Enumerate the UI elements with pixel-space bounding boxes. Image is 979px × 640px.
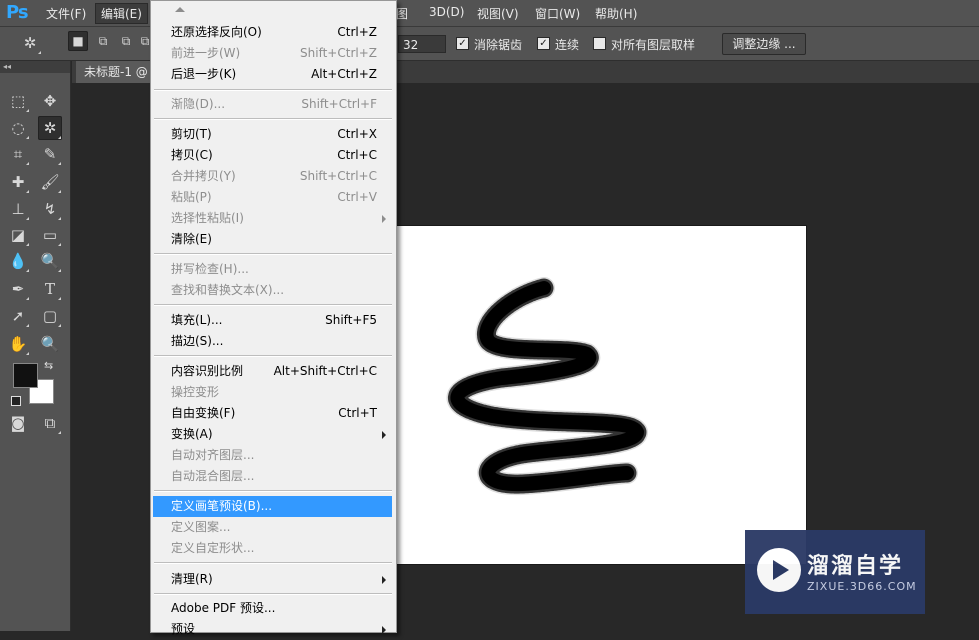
add-to-selection-icon[interactable]: ⧉ xyxy=(93,31,113,51)
hand-tool-icon[interactable]: ✋ xyxy=(6,332,30,356)
menu-edit[interactable]: 编辑(E) xyxy=(95,3,148,24)
menu-separator xyxy=(154,118,392,120)
menu-item-purge[interactable]: 清理(R) xyxy=(153,569,392,590)
menu-item-undo-inverse[interactable]: 还原选择反向(O) Ctrl+Z xyxy=(153,22,392,43)
contiguous-label: 连续 xyxy=(555,38,580,52)
play-triangle-icon xyxy=(773,560,789,580)
clone-stamp-tool-icon[interactable]: ⊥ xyxy=(6,197,30,221)
menu-scroll-up-icon[interactable] xyxy=(175,7,185,12)
magic-wand-preset-icon[interactable]: ✲ xyxy=(18,31,42,55)
menu-image[interactable]: 图 xyxy=(396,5,408,22)
new-selection-icon[interactable]: ■ xyxy=(68,31,88,51)
dodge-tool-icon[interactable]: 🔍 xyxy=(38,249,62,273)
lasso-tool-icon[interactable]: ◌ xyxy=(6,116,30,140)
refine-edge-button[interactable]: 调整边缘 ... xyxy=(722,33,806,55)
submenu-arrow-icon xyxy=(382,431,386,439)
edit-menu-dropdown: 还原选择反向(O) Ctrl+Z 前进一步(W) Shift+Ctrl+Z 后退一步… xyxy=(150,0,397,636)
healing-brush-tool-icon[interactable]: ✚ xyxy=(6,170,30,194)
watermark-subtitle: ZIXUE.3D66.COM xyxy=(807,580,917,593)
submenu-arrow-icon xyxy=(382,626,386,634)
menu-item-step-backward[interactable]: 后退一步(K) Alt+Ctrl+Z xyxy=(153,64,392,85)
history-brush-tool-icon[interactable]: ↯ xyxy=(38,197,62,221)
move-tool-icon[interactable]: ✥ xyxy=(38,89,62,113)
menu-item-transform[interactable]: 变换(A) xyxy=(153,424,392,445)
menu-item-auto-align-layers[interactable]: 自动对齐图层... xyxy=(153,445,392,466)
menu-item-check-spelling[interactable]: 拼写检查(H)... xyxy=(153,259,392,280)
menu-separator xyxy=(154,593,392,595)
menu-separator xyxy=(154,355,392,357)
menu-item-define-pattern[interactable]: 定义图案... xyxy=(153,517,392,538)
watermark-title: 溜溜自学 xyxy=(807,554,904,579)
tools-panel: ◂◂ ⬚ ✥ ◌ ✲ ⌗ ✎ ✚ 🖌 ⊥ ↯ ◪ ▭ 💧 🔍 ✒ T ➚ ▢ ✋… xyxy=(0,61,71,631)
menu-3d[interactable]: 3D(D) xyxy=(429,5,464,19)
menu-separator xyxy=(154,562,392,564)
rectangle-tool-icon[interactable]: ▢ xyxy=(38,304,62,328)
menu-item-clear[interactable]: 清除(E) xyxy=(153,229,392,250)
watermark-logo: 溜溜自学 ZIXUE.3D66.COM xyxy=(745,530,925,614)
swap-colors-icon[interactable]: ⇆ xyxy=(44,359,53,372)
menu-item-step-forward[interactable]: 前进一步(W) Shift+Ctrl+Z xyxy=(153,43,392,64)
menu-item-paste[interactable]: 粘贴(P) Ctrl+V xyxy=(153,187,392,208)
tolerance-input[interactable]: 32 xyxy=(398,35,446,53)
menu-window[interactable]: 窗口(W) xyxy=(535,5,580,22)
menu-item-find-replace[interactable]: 查找和替换文本(X)... xyxy=(153,280,392,301)
menu-item-puppet-warp[interactable]: 操控变形 xyxy=(153,382,392,403)
menu-item-define-custom-shape[interactable]: 定义自定形状... xyxy=(153,538,392,559)
sample-all-layers-checkbox[interactable] xyxy=(593,37,606,50)
blur-tool-icon[interactable]: 💧 xyxy=(6,249,30,273)
path-selection-tool-icon[interactable]: ➚ xyxy=(6,304,30,328)
pen-tool-icon[interactable]: ✒ xyxy=(6,277,30,301)
options-bar: ✲ ■ ⧉ ⧉ ⧉ 32 ✓ 消除锯齿 ✓ 连续 对所有图层取样 调整边缘 ..… xyxy=(0,27,979,61)
gradient-tool-icon[interactable]: ▭ xyxy=(38,223,62,247)
magic-wand-tool-icon[interactable]: ✲ xyxy=(38,116,62,140)
menu-item-copy-merged[interactable]: 合并拷贝(Y) Shift+Ctrl+C xyxy=(153,166,392,187)
menu-item-copy[interactable]: 拷贝(C) Ctrl+C xyxy=(153,145,392,166)
menu-item-stroke[interactable]: 描边(S)... xyxy=(153,331,392,352)
antialias-checkbox[interactable]: ✓ xyxy=(456,37,469,50)
submenu-arrow-icon xyxy=(382,576,386,584)
menu-item-define-brush-preset[interactable]: 定义画笔预设(B)... xyxy=(153,496,392,517)
panel-collapse-icon[interactable]: ◂◂ xyxy=(0,61,70,73)
menu-separator xyxy=(154,89,392,91)
eyedropper-tool-icon[interactable]: ✎ xyxy=(38,142,62,166)
menu-item-paste-special[interactable]: 选择性粘贴(I) xyxy=(153,208,392,229)
menu-separator xyxy=(154,490,392,492)
menu-item-fill[interactable]: 填充(L)... Shift+F5 xyxy=(153,310,392,331)
menu-view[interactable]: 视图(V) xyxy=(477,5,519,22)
photoshop-logo: Ps xyxy=(6,2,29,23)
marquee-tool-icon[interactable]: ⬚ xyxy=(6,89,30,113)
menu-help[interactable]: 帮助(H) xyxy=(595,5,637,22)
menu-separator xyxy=(154,304,392,306)
sample-all-layers-label: 对所有图层取样 xyxy=(611,38,696,52)
quick-mask-icon[interactable]: ◙ xyxy=(6,411,30,435)
brush-stroke-drawing xyxy=(446,277,648,496)
menu-item-adobe-pdf-presets[interactable]: Adobe PDF 预设... xyxy=(153,598,392,619)
type-tool-icon[interactable]: T xyxy=(38,277,62,301)
contiguous-checkbox[interactable]: ✓ xyxy=(537,37,550,50)
zoom-tool-icon[interactable]: 🔍 xyxy=(38,332,62,356)
foreground-color-swatch[interactable] xyxy=(13,363,38,388)
menu-separator xyxy=(154,253,392,255)
screen-mode-icon[interactable]: ⧉ xyxy=(38,411,62,435)
default-colors-icon[interactable] xyxy=(11,396,21,406)
menu-file[interactable]: 文件(F) xyxy=(46,5,86,22)
menu-item-cut[interactable]: 剪切(T) Ctrl+X xyxy=(153,124,392,145)
menu-item-fade[interactable]: 渐隐(D)... Shift+Ctrl+F xyxy=(153,94,392,115)
crop-tool-icon[interactable]: ⌗ xyxy=(6,142,30,166)
menu-bar: Ps 文件(F) 编辑(E) 图 3D(D) 视图(V) 窗口(W) 帮助(H) xyxy=(0,0,979,27)
brush-tool-icon[interactable]: 🖌 xyxy=(38,170,62,194)
eraser-tool-icon[interactable]: ◪ xyxy=(6,223,30,247)
antialias-label: 消除锯齿 xyxy=(474,38,523,52)
menu-item-free-transform[interactable]: 自由变换(F) Ctrl+T xyxy=(153,403,392,424)
document-canvas[interactable] xyxy=(392,226,806,564)
menu-item-content-aware-scale[interactable]: 内容识别比例 Alt+Shift+Ctrl+C xyxy=(153,361,392,382)
menu-item-presets[interactable]: 预设 xyxy=(153,619,392,640)
submenu-arrow-icon xyxy=(382,215,386,223)
subtract-selection-icon[interactable]: ⧉ xyxy=(116,31,136,51)
menu-item-auto-blend-layers[interactable]: 自动混合图层... xyxy=(153,466,392,487)
